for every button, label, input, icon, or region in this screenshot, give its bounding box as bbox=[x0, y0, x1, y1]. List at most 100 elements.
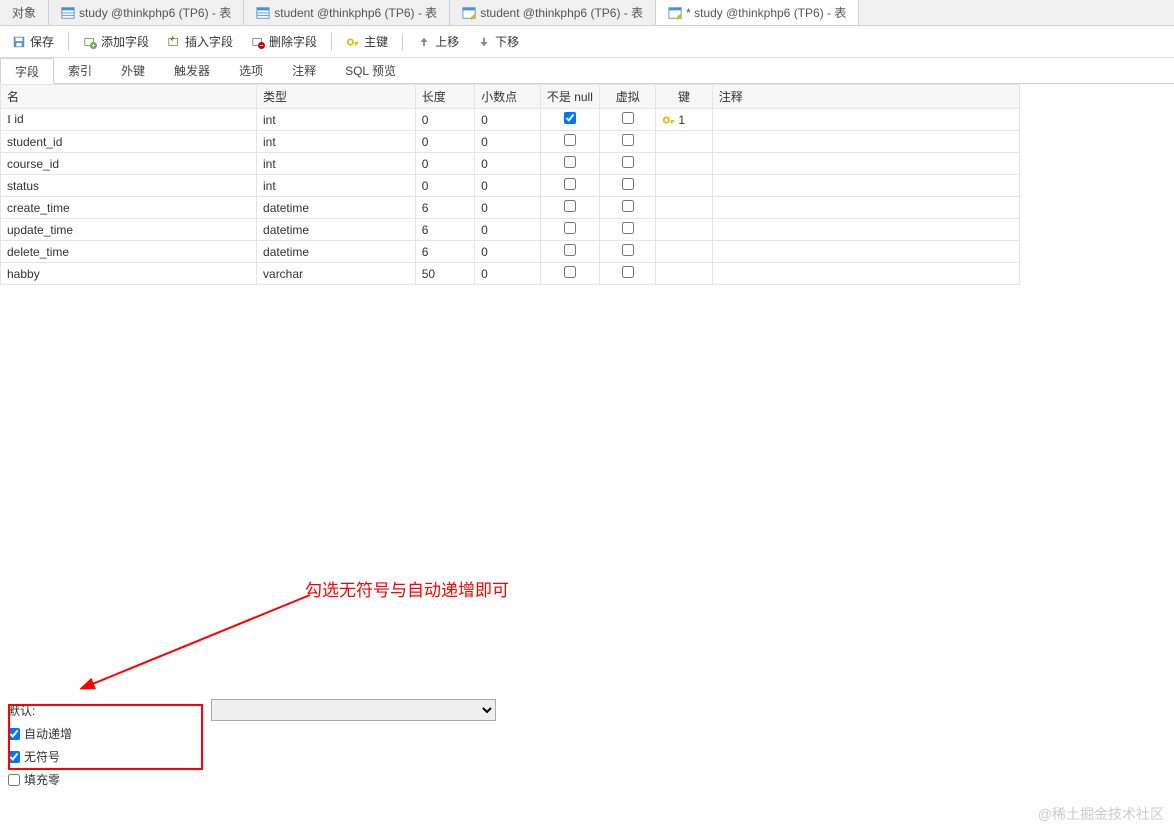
cell-virtual[interactable] bbox=[600, 197, 656, 219]
cell-not-null[interactable] bbox=[540, 263, 599, 285]
insert-field-button[interactable]: 插入字段 bbox=[163, 31, 237, 52]
cell-length[interactable]: 0 bbox=[415, 153, 474, 175]
cell-type[interactable]: int bbox=[257, 153, 416, 175]
cell-length[interactable]: 0 bbox=[415, 131, 474, 153]
col-not-null[interactable]: 不是 null bbox=[540, 85, 599, 109]
cell-not-null[interactable] bbox=[540, 197, 599, 219]
not-null-checkbox[interactable] bbox=[564, 178, 576, 190]
cell-length[interactable]: 0 bbox=[415, 109, 474, 131]
cell-name[interactable]: student_id bbox=[1, 131, 257, 153]
delete-field-button[interactable]: 删除字段 bbox=[247, 31, 321, 52]
cell-key[interactable] bbox=[656, 241, 712, 263]
auto-increment-label[interactable]: 自动递增 bbox=[24, 725, 72, 742]
cell-not-null[interactable] bbox=[540, 131, 599, 153]
subtab-1[interactable]: 索引 bbox=[54, 58, 107, 83]
cell-decimals[interactable]: 0 bbox=[475, 241, 541, 263]
table-row[interactable]: statusint00 bbox=[1, 175, 1020, 197]
subtab-0[interactable]: 字段 bbox=[0, 58, 54, 84]
cell-type[interactable]: datetime bbox=[257, 219, 416, 241]
cell-comment[interactable] bbox=[712, 175, 1019, 197]
cell-key[interactable]: 1 bbox=[656, 109, 712, 131]
cell-name[interactable]: update_time bbox=[1, 219, 257, 241]
unsigned-label[interactable]: 无符号 bbox=[24, 748, 60, 765]
col-length[interactable]: 长度 bbox=[415, 85, 474, 109]
cell-not-null[interactable] bbox=[540, 175, 599, 197]
primary-key-button[interactable]: 主键 bbox=[342, 31, 392, 52]
cell-key[interactable] bbox=[656, 263, 712, 285]
virtual-checkbox[interactable] bbox=[622, 200, 634, 212]
file-tab-2[interactable]: student @thinkphp6 (TP6) - 表 bbox=[244, 0, 450, 25]
cell-decimals[interactable]: 0 bbox=[475, 197, 541, 219]
cell-virtual[interactable] bbox=[600, 109, 656, 131]
cell-virtual[interactable] bbox=[600, 241, 656, 263]
cell-key[interactable] bbox=[656, 175, 712, 197]
not-null-checkbox[interactable] bbox=[564, 112, 576, 124]
file-tab-3[interactable]: student @thinkphp6 (TP6) - 表 bbox=[450, 0, 656, 25]
cell-name[interactable]: create_time bbox=[1, 197, 257, 219]
table-row[interactable]: create_timedatetime60 bbox=[1, 197, 1020, 219]
subtab-2[interactable]: 外键 bbox=[107, 58, 160, 83]
cell-decimals[interactable]: 0 bbox=[475, 219, 541, 241]
cell-comment[interactable] bbox=[712, 219, 1019, 241]
file-tab-4[interactable]: * study @thinkphp6 (TP6) - 表 bbox=[656, 0, 859, 25]
virtual-checkbox[interactable] bbox=[622, 178, 634, 190]
cell-not-null[interactable] bbox=[540, 241, 599, 263]
cell-length[interactable]: 6 bbox=[415, 219, 474, 241]
not-null-checkbox[interactable] bbox=[564, 200, 576, 212]
table-row[interactable]: delete_timedatetime60 bbox=[1, 241, 1020, 263]
cell-length[interactable]: 6 bbox=[415, 197, 474, 219]
cell-name[interactable]: status bbox=[1, 175, 257, 197]
cell-comment[interactable] bbox=[712, 131, 1019, 153]
cell-type[interactable]: datetime bbox=[257, 241, 416, 263]
cell-key[interactable] bbox=[656, 219, 712, 241]
cell-virtual[interactable] bbox=[600, 263, 656, 285]
table-row[interactable]: update_timedatetime60 bbox=[1, 219, 1020, 241]
zerofill-checkbox[interactable] bbox=[8, 774, 20, 786]
cell-type[interactable]: int bbox=[257, 175, 416, 197]
virtual-checkbox[interactable] bbox=[622, 266, 634, 278]
subtab-4[interactable]: 选项 bbox=[225, 58, 278, 83]
file-tab-0[interactable]: 对象 bbox=[0, 0, 49, 25]
col-decimals[interactable]: 小数点 bbox=[475, 85, 541, 109]
file-tab-1[interactable]: study @thinkphp6 (TP6) - 表 bbox=[49, 0, 244, 25]
cell-name[interactable]: delete_time bbox=[1, 241, 257, 263]
col-type[interactable]: 类型 bbox=[257, 85, 416, 109]
cell-name[interactable]: course_id bbox=[1, 153, 257, 175]
cell-length[interactable]: 0 bbox=[415, 175, 474, 197]
table-row[interactable]: student_idint00 bbox=[1, 131, 1020, 153]
cell-key[interactable] bbox=[656, 131, 712, 153]
cell-type[interactable]: varchar bbox=[257, 263, 416, 285]
cell-not-null[interactable] bbox=[540, 153, 599, 175]
virtual-checkbox[interactable] bbox=[622, 222, 634, 234]
add-field-button[interactable]: 添加字段 bbox=[79, 31, 153, 52]
table-row[interactable]: habbyvarchar500 bbox=[1, 263, 1020, 285]
col-key[interactable]: 键 bbox=[656, 85, 712, 109]
default-select[interactable] bbox=[211, 699, 496, 721]
table-row[interactable]: course_idint00 bbox=[1, 153, 1020, 175]
auto-increment-checkbox[interactable] bbox=[8, 728, 20, 740]
cell-decimals[interactable]: 0 bbox=[475, 131, 541, 153]
zerofill-label[interactable]: 填充零 bbox=[24, 771, 60, 788]
cell-length[interactable]: 6 bbox=[415, 241, 474, 263]
cell-comment[interactable] bbox=[712, 197, 1019, 219]
cell-not-null[interactable] bbox=[540, 219, 599, 241]
cell-key[interactable] bbox=[656, 153, 712, 175]
unsigned-checkbox[interactable] bbox=[8, 751, 20, 763]
subtab-6[interactable]: SQL 预览 bbox=[331, 58, 411, 83]
virtual-checkbox[interactable] bbox=[622, 134, 634, 146]
cell-type[interactable]: int bbox=[257, 109, 416, 131]
save-button[interactable]: 保存 bbox=[8, 31, 58, 52]
cell-decimals[interactable]: 0 bbox=[475, 263, 541, 285]
col-comment[interactable]: 注释 bbox=[712, 85, 1019, 109]
cell-length[interactable]: 50 bbox=[415, 263, 474, 285]
virtual-checkbox[interactable] bbox=[622, 244, 634, 256]
table-row[interactable]: I idint001 bbox=[1, 109, 1020, 131]
not-null-checkbox[interactable] bbox=[564, 156, 576, 168]
cell-type[interactable]: int bbox=[257, 131, 416, 153]
subtab-5[interactable]: 注释 bbox=[278, 58, 331, 83]
cell-virtual[interactable] bbox=[600, 219, 656, 241]
not-null-checkbox[interactable] bbox=[564, 244, 576, 256]
not-null-checkbox[interactable] bbox=[564, 222, 576, 234]
cell-key[interactable] bbox=[656, 197, 712, 219]
subtab-3[interactable]: 触发器 bbox=[160, 58, 225, 83]
